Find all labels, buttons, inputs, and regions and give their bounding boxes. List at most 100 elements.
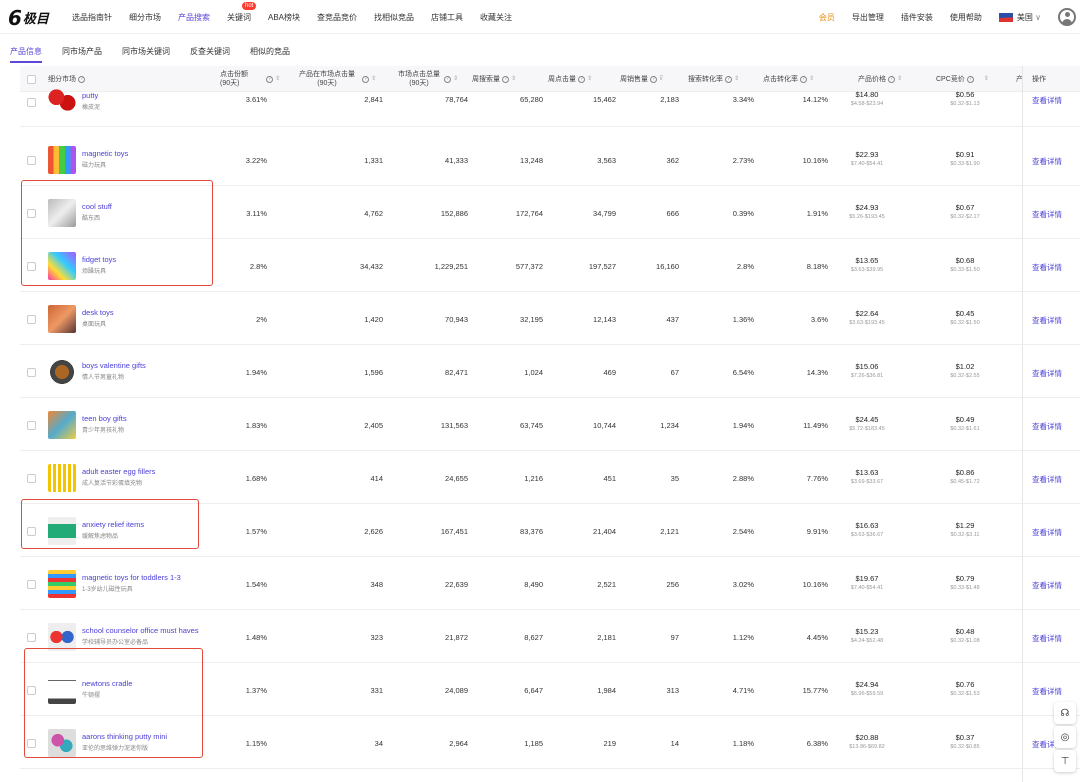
nav-item-favorites[interactable]: 收藏关注 bbox=[480, 12, 512, 23]
row-checkbox[interactable] bbox=[27, 421, 36, 430]
row-checkbox[interactable] bbox=[27, 739, 36, 748]
tab-product-info[interactable]: 产品信息 bbox=[0, 46, 52, 63]
col-product-clicks-icons[interactable]: ? ⇕ bbox=[360, 66, 376, 92]
table-row[interactable]: adult easter egg fillers 成人复活节彩蛋填充物 1.68% 4… bbox=[20, 451, 1080, 504]
table-row[interactable]: magnetic toys 磁力玩具 3.22% 1,331 41,333 13,248 3… bbox=[20, 133, 1080, 186]
sort-icon[interactable]: ⇕ bbox=[587, 75, 592, 84]
sort-icon[interactable]: ⇕ bbox=[371, 75, 376, 84]
market-name-en[interactable]: magnetic toys for toddlers 1-3 bbox=[82, 573, 181, 582]
view-details-link[interactable]: 查看详情 bbox=[1032, 633, 1062, 644]
col-weekly-clicks[interactable]: 周点击量? ⇕ bbox=[548, 66, 608, 92]
vip-link[interactable]: 会员 bbox=[819, 12, 835, 23]
nav-item-similar[interactable]: 找相似竞品 bbox=[374, 12, 414, 23]
help-icon[interactable]: ? bbox=[78, 75, 85, 83]
market-name-en[interactable]: school counselor office must haves bbox=[82, 626, 199, 635]
help-icon[interactable]: ? bbox=[650, 75, 657, 83]
nav-item-aba[interactable]: ABA榜块 bbox=[268, 12, 300, 23]
row-checkbox[interactable] bbox=[27, 315, 36, 324]
table-row[interactable]: putty 橡皮泥 3.61% 2,841 78,764 65,280 15,462 2,18… bbox=[20, 86, 1080, 127]
sort-icon[interactable]: ⇕ bbox=[809, 75, 814, 84]
nav-item-product-search[interactable]: 产品搜索 bbox=[178, 12, 210, 23]
view-details-link[interactable]: 查看详情 bbox=[1032, 95, 1062, 106]
avatar[interactable] bbox=[1058, 8, 1076, 26]
table-row[interactable]: cool stuff 酷东西 3.11% 4,762 152,886 172,764 34,… bbox=[20, 186, 1080, 239]
nav-item-store-tools[interactable]: 店铺工具 bbox=[431, 12, 463, 23]
sort-icon[interactable]: ⇕ bbox=[897, 75, 902, 84]
help-icon[interactable]: ? bbox=[266, 75, 273, 83]
sort-icon[interactable]: ⇕ bbox=[734, 75, 739, 84]
col-weekly-search[interactable]: 周搜索量? ⇕ bbox=[472, 66, 532, 92]
help-link[interactable]: 使用帮助 bbox=[950, 12, 982, 23]
market-name-en[interactable]: magnetic toys bbox=[82, 149, 128, 158]
table-row[interactable]: newtons cradle 牛顿摆 1.37% 331 24,089 6,647 1,98… bbox=[20, 663, 1080, 716]
col-search-conversion[interactable]: 搜索转化率? ⇕ bbox=[688, 66, 754, 92]
market-name-en[interactable]: aarons thinking putty mini bbox=[82, 732, 167, 741]
view-details-link[interactable]: 查看详情 bbox=[1032, 209, 1062, 220]
view-details-link[interactable]: 查看详情 bbox=[1032, 156, 1062, 167]
row-checkbox[interactable] bbox=[27, 156, 36, 165]
market-name-en[interactable]: anxiety relief items bbox=[82, 520, 144, 529]
row-checkbox[interactable] bbox=[27, 98, 36, 107]
table-row[interactable]: school counselor office must haves 学校辅导员办… bbox=[20, 610, 1080, 663]
table-row[interactable]: desk toys 桌面玩具 2% 1,420 70,943 32,195 12,143 43… bbox=[20, 292, 1080, 345]
plugin-link[interactable]: 插件安装 bbox=[901, 12, 933, 23]
nav-item-market[interactable]: 细分市场 bbox=[129, 12, 161, 23]
table-row[interactable]: aarons thinking putty mini 亚伦的思维弹力泥迷你版 1.1… bbox=[20, 716, 1080, 769]
sort-icon[interactable]: ⇕ bbox=[453, 75, 458, 84]
globe-icon[interactable]: ◎ bbox=[1054, 726, 1076, 748]
tab-similar-products[interactable]: 相似的竞品 bbox=[240, 46, 300, 63]
select-all-checkbox[interactable] bbox=[27, 66, 41, 92]
col-click-conversion[interactable]: 点击转化率? ⇕ bbox=[763, 66, 829, 92]
logo[interactable]: 6 极目 bbox=[8, 8, 49, 28]
tab-same-market-keywords[interactable]: 同市场关键词 bbox=[112, 46, 180, 63]
market-name-en[interactable]: desk toys bbox=[82, 308, 114, 317]
help-icon[interactable]: ? bbox=[502, 75, 509, 83]
tab-reverse-keywords[interactable]: 反查关键词 bbox=[180, 46, 240, 63]
view-details-link[interactable]: 查看详情 bbox=[1032, 421, 1062, 432]
sort-icon[interactable]: ⇕ bbox=[984, 75, 989, 84]
help-icon[interactable]: ? bbox=[966, 75, 974, 83]
market-name-en[interactable]: newtons cradle bbox=[82, 679, 132, 688]
nav-item-keywords[interactable]: 关键词 hot bbox=[227, 1, 257, 23]
row-checkbox[interactable] bbox=[27, 262, 36, 271]
view-details-link[interactable]: 查看详情 bbox=[1032, 580, 1062, 591]
nav-item-competitor-bid[interactable]: 查竞品竞价 bbox=[317, 12, 357, 23]
market-name-en[interactable]: boys valentine gifts bbox=[82, 361, 146, 370]
view-details-link[interactable]: 查看详情 bbox=[1032, 686, 1062, 697]
table-row[interactable]: fidget toys 烦躁玩具 2.8% 34,432 1,229,251 577,37… bbox=[20, 239, 1080, 292]
market-name-en[interactable]: cool stuff bbox=[82, 202, 112, 211]
col-market-clicks[interactable]: 市场点击总量 (90天) bbox=[390, 66, 448, 92]
row-checkbox[interactable] bbox=[27, 209, 36, 218]
sort-icon[interactable]: ⇕ bbox=[275, 75, 280, 84]
col-price[interactable]: 产品价格? ⇕ bbox=[858, 66, 924, 92]
back-to-top-icon[interactable]: ⊤ bbox=[1054, 750, 1076, 772]
nav-item-compass[interactable]: 选品指南针 bbox=[72, 12, 112, 23]
row-checkbox[interactable] bbox=[27, 633, 36, 642]
table-row[interactable]: magnetic toys for toddlers 1-3 1-3岁幼儿磁性玩具… bbox=[20, 557, 1080, 610]
filter-icon[interactable]: ⊽ bbox=[659, 75, 663, 84]
help-icon[interactable]: ? bbox=[888, 75, 895, 83]
table-row[interactable]: anxiety relief items 缓解焦虑物品 1.57% 2,626 167,… bbox=[20, 504, 1080, 557]
market-name-en[interactable]: teen boy gifts bbox=[82, 414, 127, 423]
table-row[interactable]: boys valentine gifts 情人节男童礼物 1.94% 1,596 82,… bbox=[20, 345, 1080, 398]
view-details-link[interactable]: 查看详情 bbox=[1032, 315, 1062, 326]
tab-same-market-products[interactable]: 同市场产品 bbox=[52, 46, 112, 63]
row-checkbox[interactable] bbox=[27, 580, 36, 589]
market-name-en[interactable]: putty bbox=[82, 91, 100, 100]
help-icon[interactable]: ? bbox=[362, 75, 369, 83]
view-details-link[interactable]: 查看详情 bbox=[1032, 368, 1062, 379]
sort-icon[interactable]: ⇕ bbox=[511, 75, 516, 84]
table-row[interactable]: teen boy gifts 青少年男孩礼物 1.83% 2,405 131,563 63… bbox=[20, 398, 1080, 451]
row-checkbox[interactable] bbox=[27, 474, 36, 483]
view-details-link[interactable]: 查看详情 bbox=[1032, 262, 1062, 273]
col-cpc[interactable]: CPC竞价? ⇕ bbox=[936, 66, 1002, 92]
export-link[interactable]: 导出管理 bbox=[852, 12, 884, 23]
row-checkbox[interactable] bbox=[27, 368, 36, 377]
market-name-en[interactable]: adult easter egg fillers bbox=[82, 467, 155, 476]
view-details-link[interactable]: 查看详情 bbox=[1032, 527, 1062, 538]
help-icon[interactable]: ? bbox=[578, 75, 585, 83]
country-select[interactable]: 美国 ∨ bbox=[998, 12, 1041, 23]
help-icon[interactable]: ? bbox=[725, 75, 732, 83]
help-icon[interactable]: ? bbox=[444, 75, 451, 83]
row-checkbox[interactable] bbox=[27, 686, 36, 695]
